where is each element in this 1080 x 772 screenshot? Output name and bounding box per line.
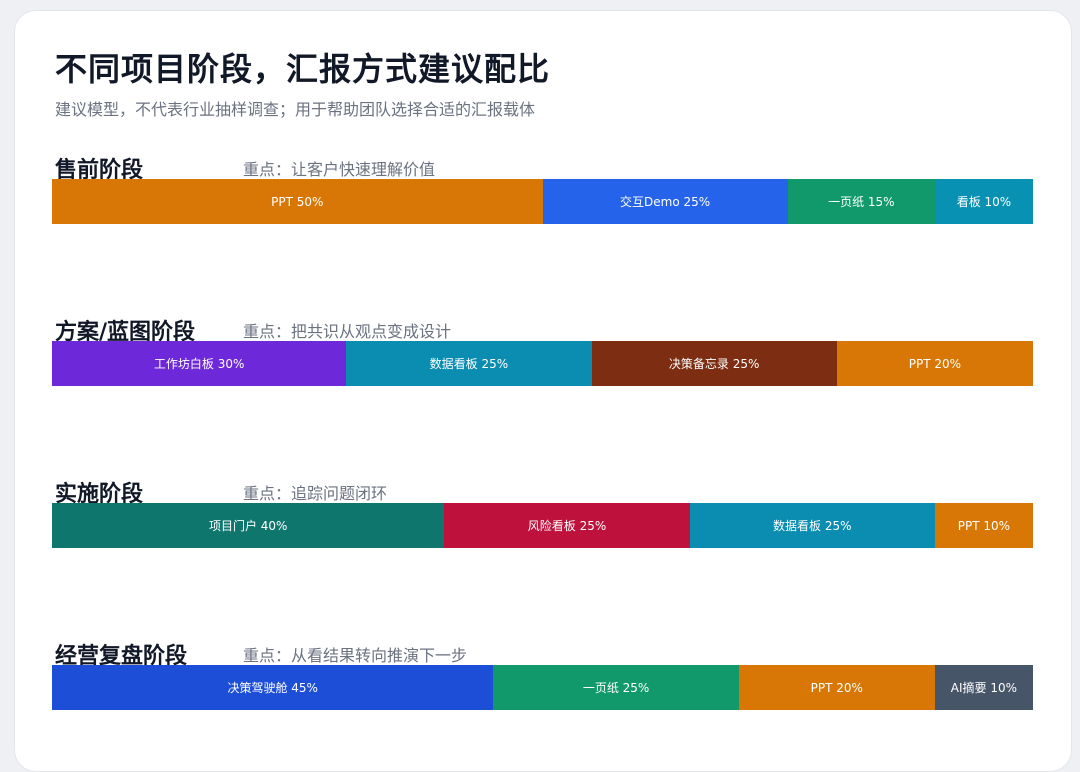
stage-review: 经营复盘阶段 重点：从看结果转向推演下一步 决策驾驶舱 45% 一页纸 25% PP…: [52, 636, 1033, 710]
bar-segment: 数据看板 25%: [689, 503, 935, 548]
bar-segment: PPT 50%: [52, 179, 543, 224]
stage-focus: 重点：让客户快速理解价值: [243, 160, 436, 179]
bar-segment: 数据看板 25%: [346, 341, 592, 386]
bar-segment: 风险看板 25%: [444, 503, 690, 548]
stage-presales: 售前阶段 重点：让客户快速理解价值 PPT 50% 交互Demo 25% 一页纸 1…: [52, 150, 1033, 224]
stacked-bar: 工作坊白板 30% 数据看板 25% 决策备忘录 25% PPT 20%: [52, 341, 1033, 386]
bar-segment: 交互Demo 25%: [542, 179, 788, 224]
bar-segment: 看板 10%: [934, 179, 1033, 224]
bar-segment: 工作坊白板 30%: [52, 341, 347, 386]
bar-segment: 一页纸 15%: [787, 179, 935, 224]
stage-focus: 重点：把共识从观点变成设计: [243, 322, 452, 341]
stage-focus: 重点：追踪问题闭环: [243, 484, 388, 503]
stage-implementation: 实施阶段 重点：追踪问题闭环 项目门户 40% 风险看板 25% 数据看板 25% P…: [52, 474, 1033, 548]
stacked-bar: PPT 50% 交互Demo 25% 一页纸 15% 看板 10%: [52, 179, 1033, 224]
bar-segment: 项目门户 40%: [52, 503, 445, 548]
stacked-bar: 决策驾驶舱 45% 一页纸 25% PPT 20% AI摘要 10%: [52, 665, 1033, 710]
bar-segment: PPT 10%: [934, 503, 1033, 548]
bar-segment: 决策驾驶舱 45%: [52, 665, 494, 710]
bar-segment: AI摘要 10%: [934, 665, 1033, 710]
chart-subtitle: 建议模型，不代表行业抽样调查；用于帮助团队选择合适的汇报载体: [55, 100, 536, 119]
stacked-bar: 项目门户 40% 风险看板 25% 数据看板 25% PPT 10%: [52, 503, 1033, 548]
bar-segment: PPT 20%: [738, 665, 935, 710]
bar-segment: PPT 20%: [836, 341, 1033, 386]
bar-segment: 决策备忘录 25%: [591, 341, 837, 386]
bar-segment: 一页纸 25%: [493, 665, 739, 710]
stage-blueprint: 方案/蓝图阶段 重点：把共识从观点变成设计 工作坊白板 30% 数据看板 25% 决…: [52, 312, 1033, 386]
stage-focus: 重点：从看结果转向推演下一步: [243, 646, 468, 665]
chart-title: 不同项目阶段，汇报方式建议配比: [55, 50, 551, 88]
